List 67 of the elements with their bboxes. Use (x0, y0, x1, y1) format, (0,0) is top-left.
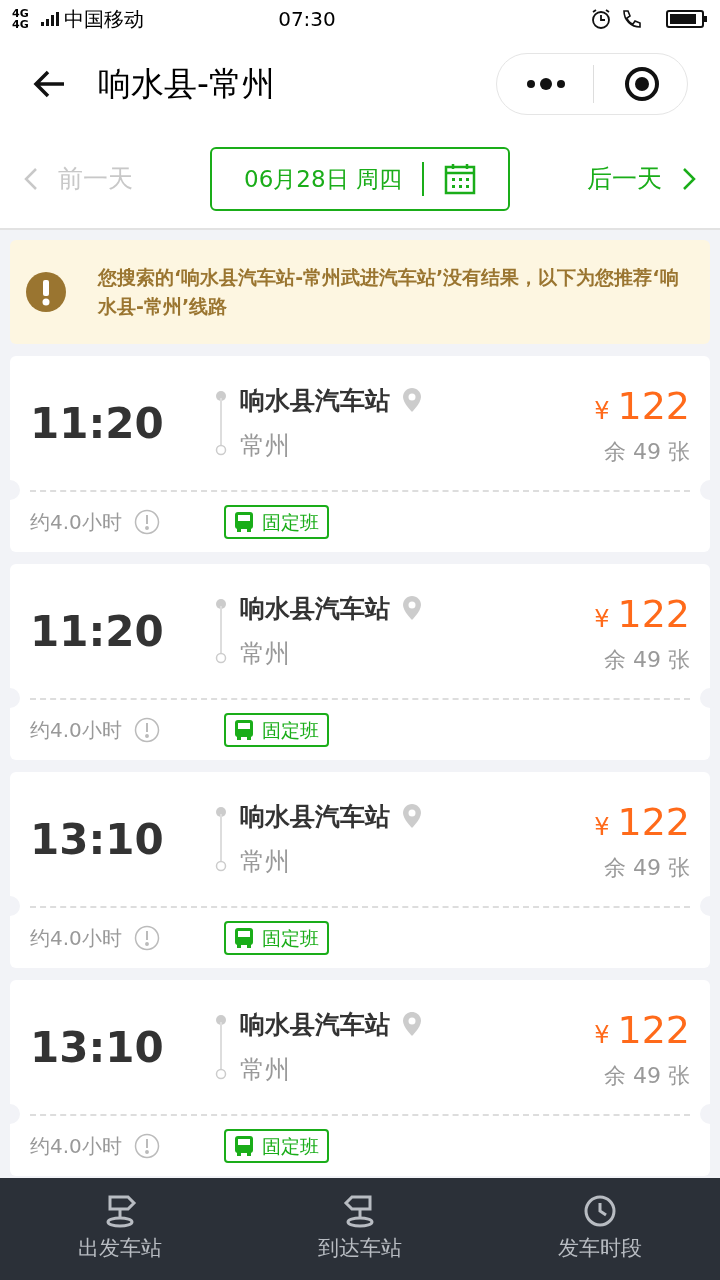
location-pin-icon (402, 387, 422, 414)
close-target-icon[interactable] (624, 66, 660, 102)
tag-label: 固定班 (261, 925, 319, 951)
tag-label: 固定班 (261, 1133, 319, 1159)
route-line-icon (214, 390, 228, 456)
trip-duration: 约4.0小时 (30, 1133, 122, 1160)
route-line-icon (214, 806, 228, 872)
alarm-icon (590, 8, 612, 30)
bottom-tab[interactable]: 发车时段 (480, 1193, 720, 1265)
bottom-tab[interactable]: 到达车站 (240, 1193, 480, 1265)
origin-station: 响水县汽车站 (240, 800, 390, 833)
page-title: 响水县-常州 (98, 63, 276, 106)
ticket-price: 122 (617, 799, 690, 846)
more-icon[interactable] (525, 77, 567, 91)
currency-symbol: ¥ (594, 604, 610, 635)
departure-time: 11:20 (30, 605, 165, 658)
bottom-tab[interactable]: 出发车站 (0, 1193, 240, 1265)
network-indicator: 4G 4G (12, 8, 30, 30)
ticket-price: 122 (617, 1007, 690, 1054)
origin-station: 响水县汽车站 (240, 1008, 390, 1041)
ticket-price: 122 (617, 591, 690, 638)
currency-symbol: ¥ (594, 396, 610, 427)
tag-label: 固定班 (261, 717, 319, 743)
origin-station: 响水县汽车站 (240, 592, 390, 625)
trip-duration: 约4.0小时 (30, 717, 122, 744)
departure-time: 13:10 (30, 1021, 165, 1074)
route-line-icon (214, 1014, 228, 1080)
location-pin-icon (402, 1011, 422, 1038)
info-icon[interactable] (133, 1133, 160, 1159)
back-arrow-icon[interactable] (32, 69, 66, 99)
destination-city: 常州 (240, 430, 291, 462)
departure-time: 11:20 (30, 397, 165, 450)
info-icon[interactable] (133, 509, 160, 535)
notice-text: 您搜索的‘响水县汽车站-常州武进汽车站’没有结果，以下为您推荐‘响水县-常州’线路 (98, 265, 680, 319)
bus-icon (233, 927, 254, 949)
battery-icon (666, 9, 708, 29)
tag-label: 固定班 (261, 509, 319, 535)
chevron-right-icon (682, 167, 696, 191)
bus-icon (233, 1135, 254, 1157)
bus-icon (233, 511, 254, 533)
currency-symbol: ¥ (594, 1020, 610, 1051)
warning-icon (26, 272, 66, 312)
selected-date: 06月28日 周四 (244, 164, 402, 194)
currency-symbol: ¥ (594, 812, 610, 843)
bus-icon (233, 719, 254, 741)
seats-left: 余 49 张 (604, 438, 690, 466)
info-icon[interactable] (133, 925, 160, 951)
chevron-left-icon (24, 167, 38, 191)
seats-left: 余 49 张 (604, 646, 690, 674)
info-icon[interactable] (133, 717, 160, 743)
departure-time: 13:10 (30, 813, 165, 866)
route-line-icon (214, 598, 228, 664)
calendar-icon (443, 163, 476, 195)
destination-city: 常州 (240, 1054, 291, 1086)
seats-left: 余 49 张 (604, 854, 690, 882)
destination-city: 常州 (240, 638, 291, 670)
destination-city: 常州 (240, 846, 291, 878)
seats-left: 余 49 张 (604, 1062, 690, 1090)
ticket-price: 122 (617, 383, 690, 430)
carrier-name: 中国移动 (64, 6, 144, 33)
signal-icon (40, 11, 60, 27)
origin-station: 响水县汽车站 (240, 384, 390, 417)
trip-duration: 约4.0小时 (30, 509, 122, 536)
clock-time: 07:30 (277, 6, 337, 33)
location-pin-icon (402, 803, 422, 830)
location-pin-icon (402, 595, 422, 622)
trip-duration: 约4.0小时 (30, 925, 122, 952)
